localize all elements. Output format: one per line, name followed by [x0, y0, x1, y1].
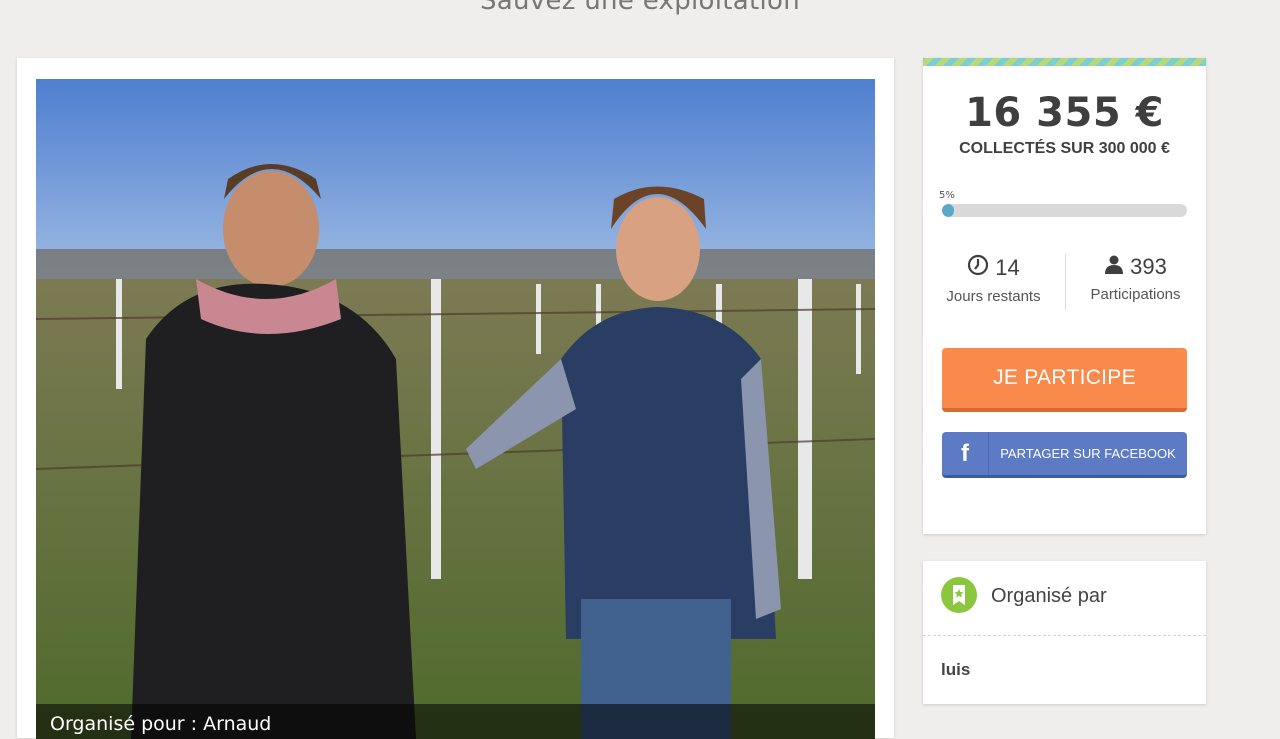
- progress-bar-fill: [942, 204, 955, 217]
- decorative-stripe: [923, 58, 1206, 66]
- user-icon: [1104, 254, 1124, 280]
- campaign-photo-card: Organisé pour : Arnaud: [17, 58, 894, 739]
- amount-collected: 16 355 €: [965, 90, 1164, 136]
- participants-value: 393: [1130, 254, 1167, 279]
- organizer-name[interactable]: luis: [941, 660, 970, 680]
- days-remaining-label: Jours restants: [946, 288, 1041, 305]
- participate-button[interactable]: JE PARTICIPE: [942, 348, 1187, 412]
- campaign-stats: 14 Jours restants 393 Participations: [923, 254, 1206, 314]
- organizer-title: Organisé par: [991, 585, 1107, 607]
- days-remaining-stat: 14 Jours restants: [923, 254, 1064, 305]
- participants-label: Participations: [1090, 286, 1181, 303]
- clock-icon: [967, 254, 989, 282]
- progress-bar: [942, 204, 1187, 217]
- progress-percent: 5%: [939, 190, 955, 201]
- share-facebook-label: PARTAGER SUR FACEBOOK: [1000, 446, 1176, 461]
- goal-label: COLLECTÉS SUR 300 000 €: [959, 140, 1170, 157]
- donation-panel: 16 355 € COLLECTÉS SUR 300 000 € 5% 14 J…: [923, 58, 1206, 534]
- campaign-photo: Organisé pour : Arnaud: [36, 79, 875, 739]
- participants-stat: 393 Participations: [1065, 254, 1206, 303]
- badge-icon: [941, 577, 977, 613]
- organizer-header: Organisé par: [923, 561, 1206, 636]
- days-remaining-value: 14: [995, 255, 1020, 280]
- page-title: Sauvez une exploitation: [479, 0, 801, 16]
- share-facebook-button[interactable]: f PARTAGER SUR FACEBOOK: [942, 432, 1187, 478]
- photo-caption: Organisé pour : Arnaud: [36, 704, 875, 739]
- facebook-icon: f: [942, 432, 989, 475]
- photo-caption-text: Organisé pour : Arnaud: [50, 713, 272, 735]
- organizer-panel: Organisé par luis: [923, 561, 1206, 704]
